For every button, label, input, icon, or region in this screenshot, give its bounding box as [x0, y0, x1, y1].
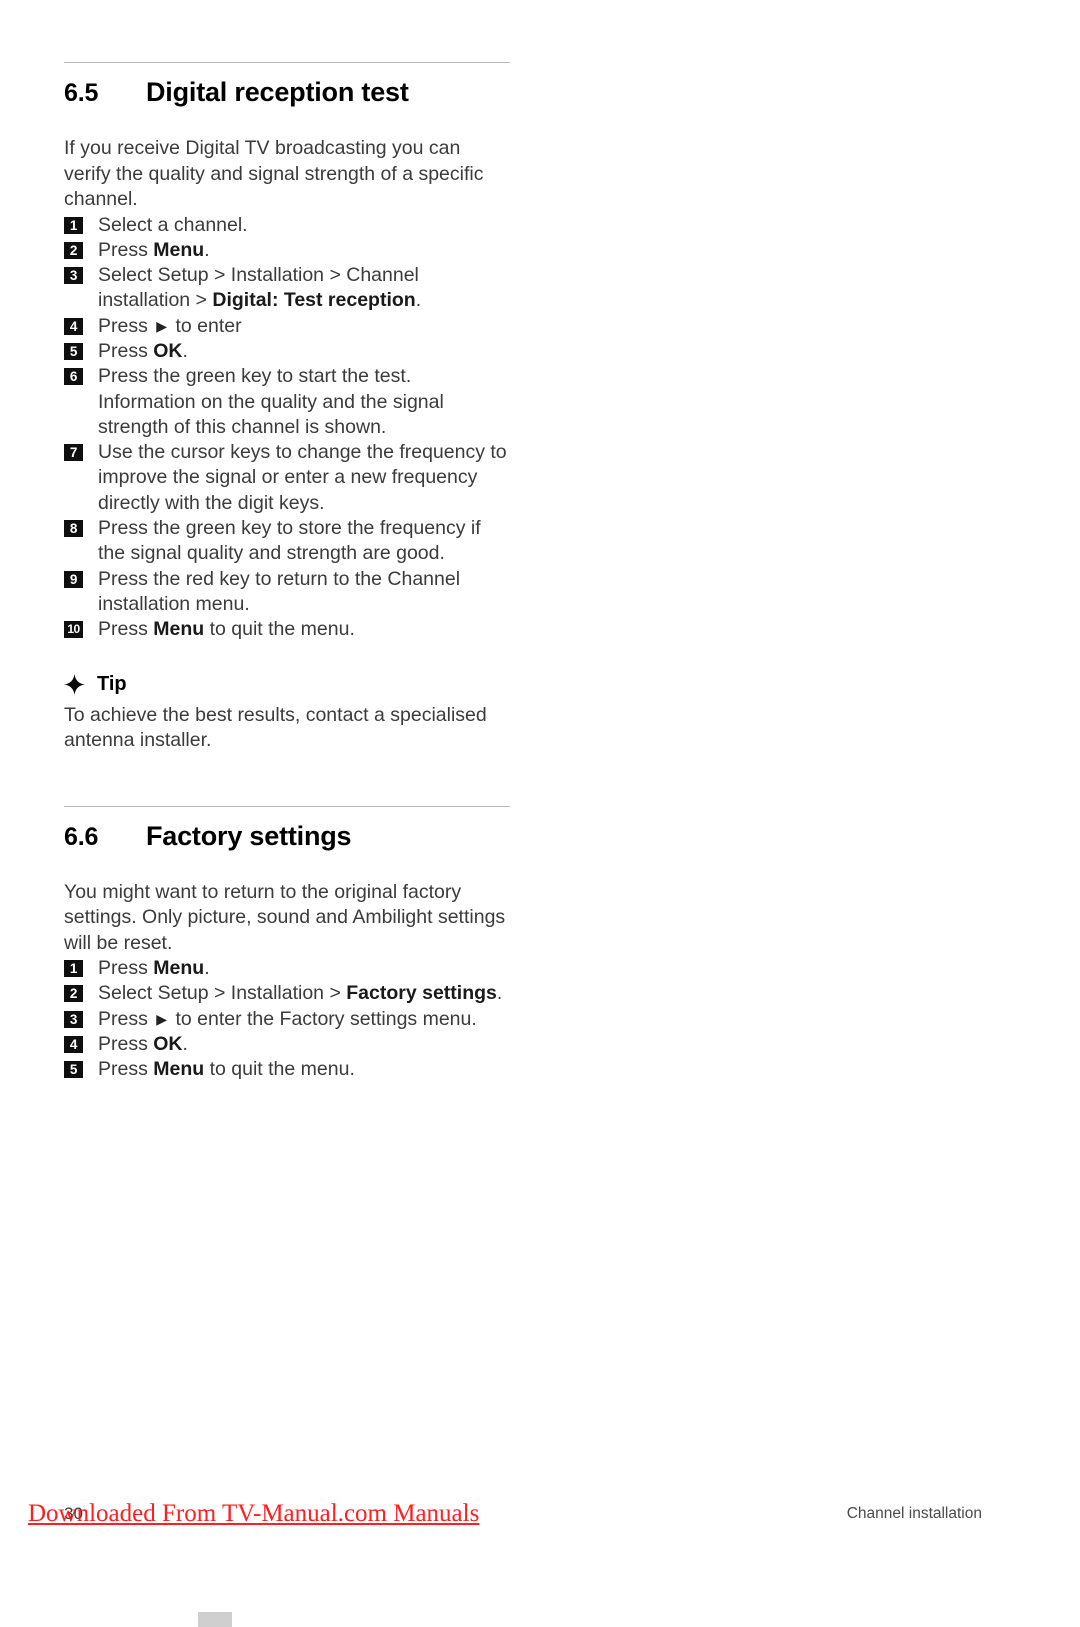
step-text-post: .: [182, 1032, 188, 1055]
content-column: 6.5 Digital reception test If you receiv…: [64, 62, 510, 1083]
step-text-pre: Press: [98, 618, 154, 641]
step-badge: 4: [64, 1035, 83, 1053]
step-badge: 3: [64, 1010, 83, 1028]
step-text-post: to quit the menu.: [204, 1058, 355, 1081]
list-item: 1 Select a channel.: [64, 213, 510, 238]
step-text-pre: Press: [98, 238, 154, 261]
list-item: 3 Press ▶ to enter the Factory settings …: [64, 1007, 510, 1032]
section-intro-paragraph: If you receive Digital TV broadcasting y…: [64, 137, 484, 210]
section-rule: [64, 62, 510, 63]
step-badge: 8: [64, 520, 83, 538]
right-arrow-icon: ▶: [156, 317, 168, 334]
step-text-post: .: [204, 238, 210, 261]
section-digital-reception-test: 6.5 Digital reception test If you receiv…: [64, 62, 510, 754]
star-burst-icon: [64, 673, 85, 695]
section-title: Digital reception test: [146, 77, 409, 107]
step-badge: 1: [64, 216, 83, 234]
right-arrow-icon: ▶: [156, 1010, 168, 1027]
tip-body: To achieve the best results, contact a s…: [64, 703, 487, 752]
step-text: Press the red key to return to the Chann…: [98, 567, 461, 615]
step-text-post: .: [496, 982, 503, 1005]
step-text-post: .: [182, 339, 188, 362]
section-rule: [64, 805, 510, 807]
section-heading: 6.5 Digital reception test: [64, 77, 510, 108]
list-item: 4 Press OK.: [64, 1032, 510, 1057]
step-badge: 4: [64, 317, 83, 335]
step-text-pre: Press: [98, 1032, 154, 1055]
step-text-post: .: [415, 289, 422, 312]
list-item: 5 Press Menu to quit the menu.: [64, 1057, 510, 1082]
step-badge: 10: [64, 621, 83, 639]
steps-list: 1 Press Menu. 2 Select Setup > Installat…: [64, 956, 510, 1082]
list-item: 9 Press the red key to return to the Cha…: [64, 567, 510, 618]
step-text-post: to enter the Factory settings menu.: [170, 1007, 477, 1030]
tip-label: Tip: [97, 672, 127, 695]
step-text: Press the green key to store the frequen…: [98, 517, 481, 565]
tip-heading: Tip: [64, 673, 510, 696]
step-keyword: OK: [153, 1032, 183, 1055]
step-badge: 2: [64, 985, 83, 1003]
footer-chapter-label: Channel installation: [846, 1505, 982, 1522]
steps-list: 1 Select a channel. 2 Press Menu. 3 Sele…: [64, 213, 510, 643]
download-watermark-link[interactable]: Downloaded From TV-Manual.com Manuals: [28, 1500, 479, 1528]
list-item: 1 Press Menu.: [64, 956, 510, 981]
section-number: 6.5: [64, 79, 99, 107]
step-text-pre: Press: [98, 957, 154, 980]
section-factory-settings: 6.6 Factory settings You might want to r…: [64, 805, 510, 1083]
section-number: 6.6: [64, 822, 99, 851]
step-text-pre: Press: [98, 314, 154, 337]
step-text-pre: Select Setup > Installation >: [98, 982, 347, 1005]
step-keyword: Menu: [153, 618, 205, 641]
step-text-post: to enter: [170, 314, 242, 337]
step-text: Select a channel.: [98, 213, 248, 236]
step-badge: 1: [64, 960, 83, 978]
section-title: Factory settings: [146, 820, 352, 851]
bottom-marker-block: [198, 1612, 232, 1627]
step-badge: 3: [64, 267, 83, 285]
step-badge: 6: [64, 368, 83, 386]
section-intro-paragraph: You might want to return to the original…: [64, 880, 506, 954]
step-keyword: Menu: [153, 1058, 205, 1081]
step-badge: 9: [64, 570, 83, 588]
step-text-pre: Press: [98, 1007, 154, 1030]
step-keyword: OK: [153, 339, 183, 362]
step-keyword: Menu: [153, 238, 205, 261]
step-keyword: Factory settings: [346, 982, 497, 1005]
list-item: 6 Press the green key to start the test.…: [64, 364, 510, 440]
step-badge: 2: [64, 241, 83, 259]
list-item: 2 Select Setup > Installation > Factory …: [64, 981, 510, 1006]
step-text: Use the cursor keys to change the freque…: [98, 441, 507, 514]
list-item: 3 Select Setup > Installation > Channel …: [64, 263, 510, 314]
step-text: Press the green key to start the test. I…: [98, 365, 444, 438]
step-badge: 7: [64, 444, 83, 462]
list-item: 10 Press Menu to quit the menu.: [64, 617, 510, 642]
step-badge: 5: [64, 342, 83, 360]
step-badge: 5: [64, 1061, 83, 1079]
step-text-pre: Press: [98, 339, 154, 362]
step-keyword: Menu: [153, 957, 205, 980]
list-item: 7 Use the cursor keys to change the freq…: [64, 440, 510, 516]
step-text-post: .: [204, 957, 210, 980]
list-item: 5 Press OK.: [64, 339, 510, 364]
list-item: 2 Press Menu.: [64, 238, 510, 263]
step-text-post: to quit the menu.: [204, 618, 355, 641]
document-page: 6.5 Digital reception test If you receiv…: [0, 0, 1080, 1627]
step-keyword: Digital: Test reception: [212, 289, 416, 312]
list-item: 4 Press ▶ to enter: [64, 314, 510, 339]
step-text-pre: Press: [98, 1058, 154, 1081]
list-item: 8 Press the green key to store the frequ…: [64, 516, 510, 567]
section-heading: 6.6 Factory settings: [64, 821, 510, 852]
